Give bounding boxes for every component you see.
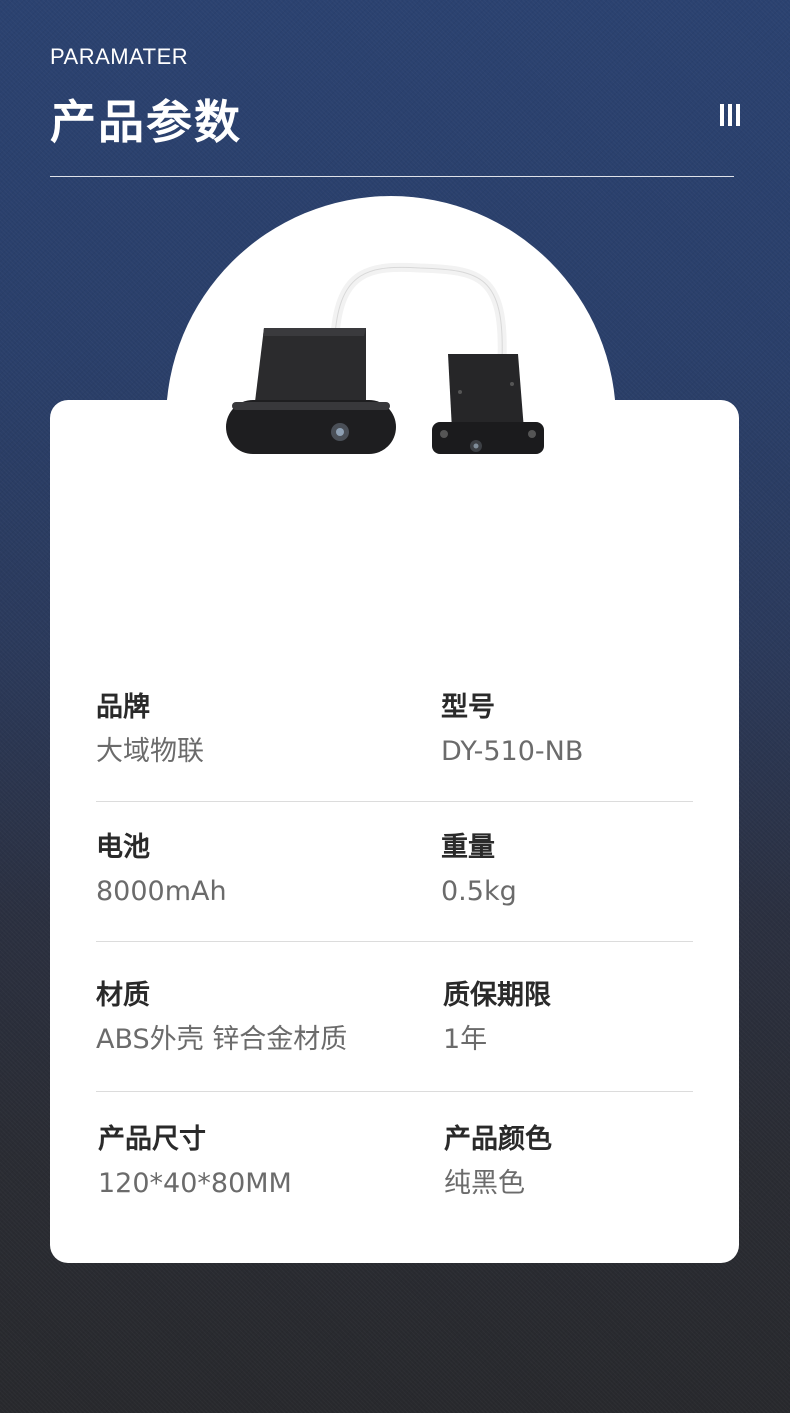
spec-brand: 品牌 大域物联 [96, 690, 204, 770]
spec-label: 质保期限 [443, 980, 551, 1011]
section-eyebrow: PARAMATER [50, 44, 189, 69]
spec-label: 产品尺寸 [98, 1124, 206, 1155]
spec-value: 120*40*80MM [98, 1168, 292, 1199]
spec-color: 产品颜色 纯黑色 [444, 1122, 552, 1202]
spec-label: 电池 [96, 832, 150, 863]
spec-label: 材质 [96, 980, 150, 1011]
row-divider [96, 941, 693, 942]
spec-row-4: 产品尺寸 120*40*80MM 产品颜色 纯黑色 [96, 1122, 693, 1212]
spec-weight: 重量 0.5kg [441, 830, 517, 910]
spec-label: 型号 [441, 692, 495, 723]
spec-value: ABS外壳 锌合金材质 [96, 1024, 348, 1055]
spec-row-1: 品牌 大域物联 型号 DY-510-NB [96, 690, 693, 802]
spec-value: DY-510-NB [441, 736, 584, 767]
spec-battery: 电池 8000mAh [96, 830, 227, 910]
spec-value: 1年 [443, 1024, 488, 1055]
spec-label: 重量 [441, 832, 495, 863]
menu-bars-icon [720, 104, 740, 128]
spec-value: 8000mAh [96, 876, 227, 907]
page-title: 产品参数 [50, 95, 242, 149]
row-divider [96, 801, 693, 802]
spec-warranty: 质保期限 1年 [443, 978, 551, 1058]
spec-material: 材质 ABS外壳 锌合金材质 [96, 978, 347, 1058]
row-divider [96, 1091, 693, 1092]
spec-model: 型号 DY-510-NB [441, 690, 583, 770]
spec-label: 产品颜色 [444, 1124, 552, 1155]
spec-value: 大域物联 [96, 736, 204, 767]
spec-value: 纯黑色 [444, 1168, 525, 1199]
spec-row-3: 材质 ABS外壳 锌合金材质 质保期限 1年 [96, 978, 693, 1092]
product-image [226, 262, 544, 454]
header-divider [50, 176, 734, 177]
spec-label: 品牌 [96, 692, 150, 723]
spec-row-2: 电池 8000mAh 重量 0.5kg [96, 830, 693, 942]
spec-value: 0.5kg [441, 876, 517, 907]
spec-size: 产品尺寸 120*40*80MM [98, 1122, 292, 1202]
